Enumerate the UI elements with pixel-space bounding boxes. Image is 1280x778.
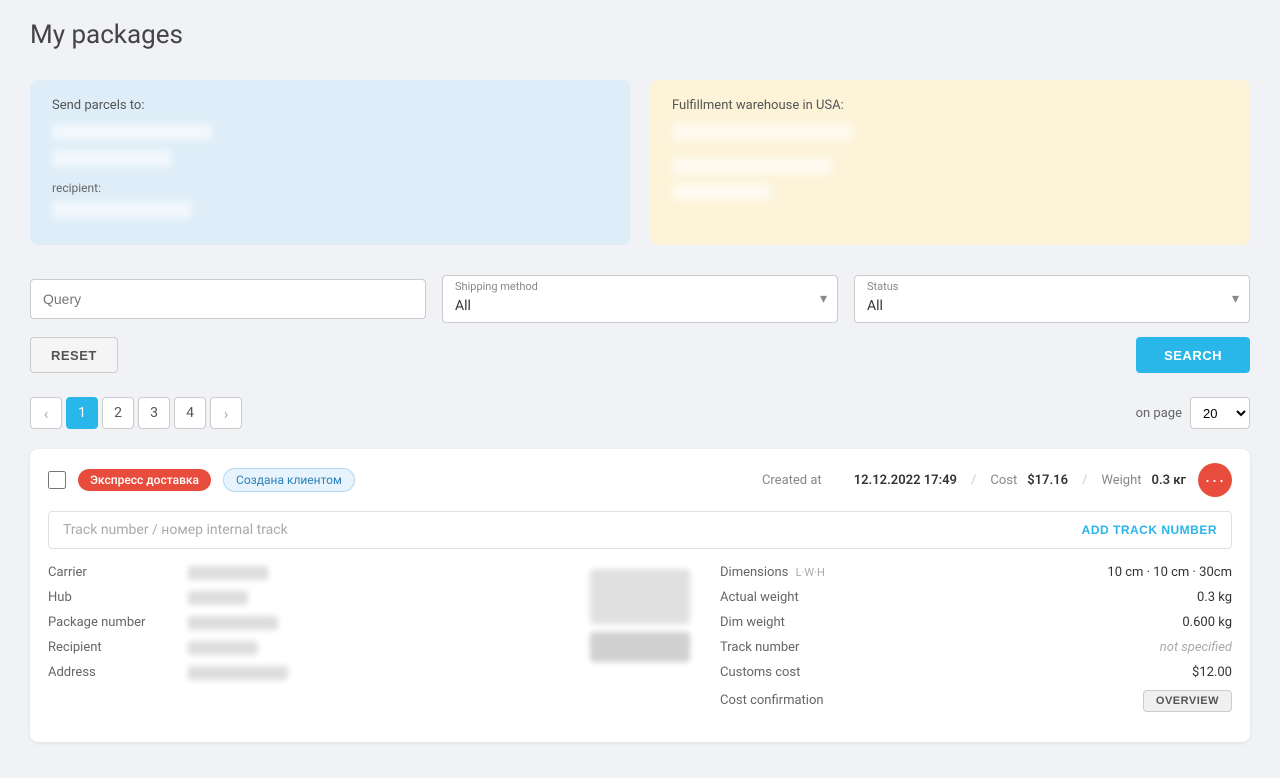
status-select[interactable]: Status All ▾ bbox=[854, 275, 1250, 323]
image-blur-1 bbox=[590, 569, 690, 624]
reset-button[interactable]: RESET bbox=[30, 337, 118, 373]
status-value: All bbox=[867, 298, 883, 314]
track-number-row: Track number not specified bbox=[720, 640, 1232, 655]
package-checkbox[interactable] bbox=[48, 471, 66, 489]
carrier-blurred bbox=[188, 566, 268, 580]
created-date: 12.12.2022 17:49 bbox=[854, 473, 957, 488]
fulfillment-card: Fulfillment warehouse in USA: bbox=[650, 80, 1250, 245]
customs-cost-row: Customs cost $12.00 bbox=[720, 665, 1232, 680]
pagination-row: ‹ 1 2 3 4 › on page 20 50 100 bbox=[30, 397, 1250, 429]
add-track-number-button[interactable]: ADD TRACK NUMBER bbox=[1082, 523, 1217, 537]
package-number-label: Package number bbox=[48, 615, 188, 630]
pagination: ‹ 1 2 3 4 › bbox=[30, 397, 242, 429]
dimensions-row: Dimensions L·W·H 10 cm · 10 cm · 30cm bbox=[720, 565, 1232, 580]
filters-row: Shipping method All ▾ Status All ▾ bbox=[30, 275, 1250, 323]
package-header: Экспресс доставка Создана клиентом Creat… bbox=[30, 449, 1250, 511]
package-image bbox=[590, 569, 690, 662]
customs-cost-value: $12.00 bbox=[1192, 665, 1232, 680]
carrier-row: Carrier bbox=[48, 565, 560, 580]
actual-weight-value: 0.3 kg bbox=[1197, 590, 1232, 605]
weight-label: Weight bbox=[1101, 473, 1141, 488]
track-input-row: Track number / номер internal track ADD … bbox=[48, 511, 1232, 549]
actual-weight-row: Actual weight 0.3 kg bbox=[720, 590, 1232, 605]
package-card: Экспресс доставка Создана клиентом Creat… bbox=[30, 449, 1250, 742]
track-number-value: not specified bbox=[1160, 640, 1232, 655]
page-title: My packages bbox=[30, 20, 1250, 50]
search-button[interactable]: SEARCH bbox=[1136, 337, 1250, 373]
send-parcels-card: Send parcels to: recipient: bbox=[30, 80, 630, 245]
package-details: Carrier Hub Package number bbox=[30, 565, 1250, 742]
shipping-method-value: All bbox=[455, 298, 471, 314]
customs-cost-label: Customs cost bbox=[720, 665, 800, 680]
info-cards-row: Send parcels to: recipient: Fulfillment … bbox=[30, 80, 1250, 245]
recipient-label-field: Recipient bbox=[48, 640, 188, 655]
dim-weight-label: Dim weight bbox=[720, 615, 785, 630]
cost-label: Cost bbox=[990, 473, 1017, 488]
shipping-method-select[interactable]: Shipping method All ▾ bbox=[442, 275, 838, 323]
badge-created: Создана клиентом bbox=[223, 468, 355, 492]
carrier-value bbox=[188, 565, 268, 580]
image-blur-2 bbox=[590, 632, 690, 662]
send-parcels-blur-3 bbox=[52, 201, 192, 219]
per-page-control: on page 20 50 100 bbox=[1136, 397, 1250, 429]
dimensions-value: 10 cm · 10 cm · 30cm bbox=[1107, 565, 1232, 580]
actual-weight-label: Actual weight bbox=[720, 590, 799, 605]
weight-value: 0.3 кг bbox=[1152, 473, 1186, 488]
track-input-placeholder: Track number / номер internal track bbox=[63, 522, 1082, 538]
page-btn-1[interactable]: 1 bbox=[66, 397, 98, 429]
cost-value: $17.16 bbox=[1027, 473, 1068, 488]
status-label: Status bbox=[867, 280, 898, 293]
recipient-label: recipient: bbox=[52, 181, 608, 195]
next-page-btn[interactable]: › bbox=[210, 397, 242, 429]
hub-value bbox=[188, 590, 248, 605]
send-parcels-blur-1 bbox=[52, 123, 212, 141]
fulfillment-blur-2 bbox=[672, 157, 832, 175]
hub-blurred bbox=[188, 591, 248, 605]
fulfillment-label: Fulfillment warehouse in USA: bbox=[672, 98, 1228, 113]
package-number-blurred bbox=[188, 616, 278, 630]
page-btn-2[interactable]: 2 bbox=[102, 397, 134, 429]
dimensions-label: Dimensions L·W·H bbox=[720, 565, 825, 580]
dim-weight-value: 0.600 kg bbox=[1182, 615, 1232, 630]
send-parcels-label: Send parcels to: bbox=[52, 98, 608, 113]
address-value bbox=[188, 665, 288, 680]
dimensions-sub: L·W·H bbox=[796, 566, 825, 579]
action-buttons-row: RESET SEARCH bbox=[30, 337, 1250, 373]
prev-page-btn[interactable]: ‹ bbox=[30, 397, 62, 429]
recipient-value bbox=[188, 640, 258, 655]
carrier-label: Carrier bbox=[48, 565, 188, 580]
hub-label: Hub bbox=[48, 590, 188, 605]
fulfillment-blur-1 bbox=[672, 123, 852, 141]
cost-confirmation-label: Cost confirmation bbox=[720, 693, 824, 708]
shipping-method-arrow-icon: ▾ bbox=[820, 291, 827, 307]
address-row: Address bbox=[48, 665, 560, 680]
shipping-method-label: Shipping method bbox=[455, 280, 538, 293]
on-page-label: on page bbox=[1136, 406, 1182, 421]
send-parcels-blur-2 bbox=[52, 149, 172, 167]
dim-weight-row: Dim weight 0.600 kg bbox=[720, 615, 1232, 630]
recipient-row: Recipient bbox=[48, 640, 560, 655]
status-arrow-icon: ▾ bbox=[1232, 291, 1239, 307]
page-btn-3[interactable]: 3 bbox=[138, 397, 170, 429]
created-at-label: Created at bbox=[762, 473, 822, 488]
package-image-container bbox=[580, 565, 700, 722]
overview-button[interactable]: OVERVIEW bbox=[1143, 690, 1232, 712]
badge-express: Экспресс доставка bbox=[78, 469, 211, 491]
fulfillment-blur-3 bbox=[672, 183, 772, 201]
hub-row: Hub bbox=[48, 590, 560, 605]
query-input[interactable] bbox=[30, 279, 426, 319]
address-label: Address bbox=[48, 665, 188, 680]
page-btn-4[interactable]: 4 bbox=[174, 397, 206, 429]
package-number-value bbox=[188, 615, 278, 630]
per-page-select[interactable]: 20 50 100 bbox=[1190, 397, 1250, 429]
more-options-button[interactable]: ··· bbox=[1198, 463, 1232, 497]
package-meta: Created at 12.12.2022 17:49 / Cost $17.1… bbox=[762, 473, 1186, 488]
address-blurred bbox=[188, 666, 288, 680]
details-right: Dimensions L·W·H 10 cm · 10 cm · 30cm Ac… bbox=[720, 565, 1232, 722]
cost-confirmation-row: Cost confirmation OVERVIEW bbox=[720, 690, 1232, 712]
recipient-blurred bbox=[188, 641, 258, 655]
package-number-row: Package number bbox=[48, 615, 560, 630]
track-number-label: Track number bbox=[720, 640, 799, 655]
details-left-fields: Carrier Hub Package number bbox=[48, 565, 560, 722]
